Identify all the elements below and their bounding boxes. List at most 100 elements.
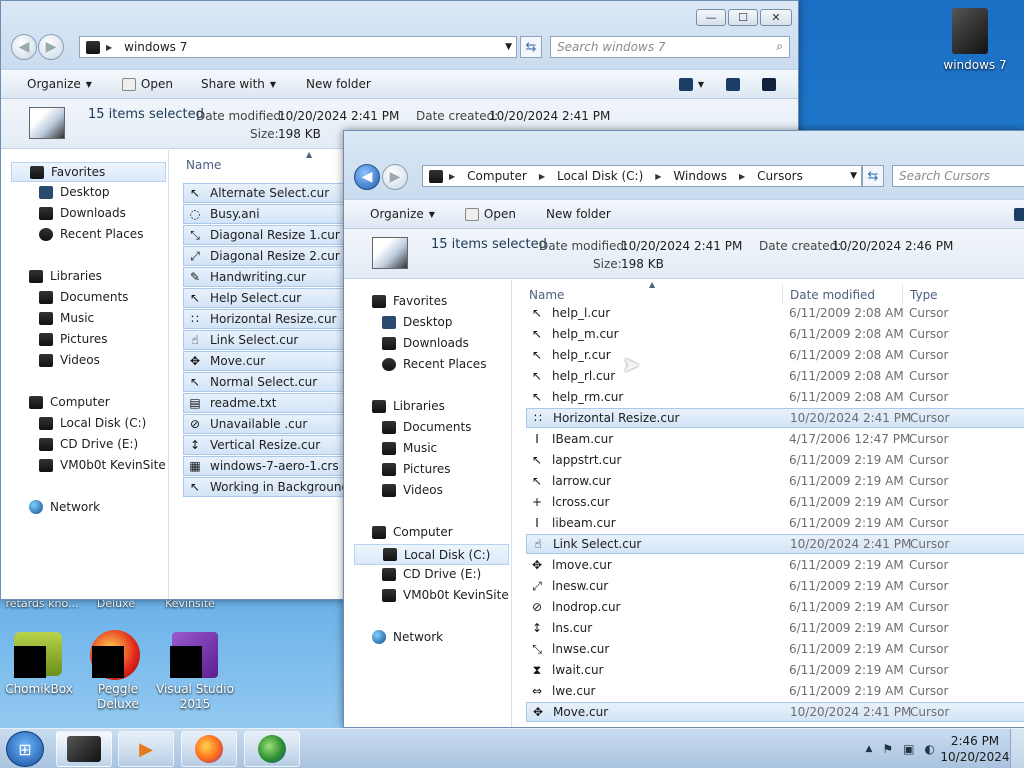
taskbar-firefox-button[interactable] [181, 731, 237, 767]
forward-button[interactable]: ▶ [38, 34, 64, 60]
new-folder-button[interactable]: New folder [546, 207, 611, 221]
nav-libraries[interactable]: Libraries [29, 269, 102, 283]
refresh-button[interactable]: ⇆ [862, 165, 884, 187]
refresh-button[interactable]: ⇆ [520, 36, 542, 58]
table-row[interactable]: ⧗ lwait.cur 6/11/2009 2:19 AM Cursor [526, 660, 1024, 680]
table-row[interactable]: ↖ help_rm.cur 6/11/2009 2:08 AM Cursor [526, 387, 1024, 407]
nav-cd-drive[interactable]: CD Drive (E:) [39, 437, 138, 451]
start-button[interactable]: ⊞ [6, 731, 44, 767]
nav-videos[interactable]: Videos [39, 353, 100, 367]
table-row[interactable]: ✥ Move.cur 10/20/2024 2:41 PM Cursor [526, 702, 1024, 722]
help-button[interactable] [762, 77, 776, 91]
column-header-name[interactable]: Name [529, 288, 564, 302]
table-row[interactable]: ↖ help_m.cur 6/11/2009 2:08 AM Cursor [526, 324, 1024, 344]
windows7-folder-icon[interactable] [952, 8, 988, 54]
new-folder-button[interactable]: New folder [306, 77, 371, 91]
show-desktop-button[interactable] [1010, 729, 1024, 768]
nav-pictures[interactable]: Pictures [39, 332, 108, 346]
explorer-window-cursors[interactable]: ◀ ▶ ▶ Computer ▶ Local Disk (C:) ▶ Windo… [343, 130, 1024, 728]
organize-button[interactable]: Organize ▼ [370, 207, 435, 221]
table-row[interactable]: ↖ help_r.cur 6/11/2009 2:08 AM Cursor [526, 345, 1024, 365]
nav-favorites[interactable]: Favorites [11, 162, 166, 182]
desktop-icon-label-chomikbox[interactable]: ChomikBox [0, 682, 78, 697]
table-row[interactable]: I IBeam.cur 4/17/2006 12:47 PM Cursor [526, 429, 1024, 449]
tray-expand-icon[interactable]: ▲ [865, 744, 872, 754]
forward-button[interactable]: ▶ [382, 164, 408, 190]
nav-desktop[interactable]: Desktop [382, 315, 453, 329]
nav-vm[interactable]: VM0b0t KevinSite [382, 588, 509, 602]
table-row[interactable]: ↖ lappstrt.cur 6/11/2009 2:19 AM Cursor [526, 450, 1024, 470]
table-row[interactable]: ↕ lns.cur 6/11/2009 2:19 AM Cursor [526, 618, 1024, 638]
change-view-button[interactable] [1014, 207, 1024, 221]
column-divider[interactable] [782, 284, 783, 304]
table-row[interactable]: ↖ larrow.cur 6/11/2009 2:19 AM Cursor [526, 471, 1024, 491]
nav-desktop[interactable]: Desktop [39, 185, 110, 199]
open-button[interactable]: Open [464, 207, 516, 221]
nav-computer[interactable]: Computer [29, 395, 110, 409]
preview-pane-button[interactable] [726, 77, 740, 91]
maximize-button[interactable]: ☐ [728, 9, 758, 26]
nav-network[interactable]: Network [29, 500, 100, 514]
action-center-icon[interactable]: ⚑ [882, 742, 893, 756]
table-row[interactable]: ⇔ lwe.cur 6/11/2009 2:19 AM Cursor [526, 681, 1024, 701]
nav-music[interactable]: Music [39, 311, 94, 325]
table-row[interactable]: ⤢ lnesw.cur 6/11/2009 2:19 AM Cursor [526, 576, 1024, 596]
table-row[interactable]: ⤡ lnwse.cur 6/11/2009 2:19 AM Cursor [526, 639, 1024, 659]
minimize-button[interactable]: — [696, 9, 726, 26]
nav-pictures[interactable]: Pictures [382, 462, 451, 476]
column-header-name[interactable]: Name [186, 158, 221, 172]
desktop-icon-label-peggle[interactable]: Peggle Deluxe [78, 682, 158, 712]
open-button[interactable]: Open [121, 77, 173, 91]
address-segment-cursors[interactable]: Cursors [751, 169, 809, 183]
nav-computer[interactable]: Computer [372, 525, 453, 539]
network-tray-icon[interactable]: ▣ [903, 742, 914, 756]
column-header-type[interactable]: Type [910, 288, 938, 302]
volume-icon[interactable]: ◐ [925, 742, 935, 756]
search-input[interactable]: Search windows 7 ⌕ [550, 36, 790, 58]
search-input[interactable]: Search Cursors [892, 165, 1024, 187]
nav-documents[interactable]: Documents [382, 420, 471, 434]
column-header-date[interactable]: Date modified [790, 288, 875, 302]
share-with-button[interactable]: Share with ▼ [201, 77, 276, 91]
table-row[interactable]: ✥ lmove.cur 6/11/2009 2:19 AM Cursor [526, 555, 1024, 575]
nav-recent-places[interactable]: Recent Places [39, 227, 143, 241]
nav-documents[interactable]: Documents [39, 290, 128, 304]
desktop-icon-label-windows7[interactable]: windows 7 [930, 58, 1020, 73]
nav-libraries[interactable]: Libraries [372, 399, 445, 413]
close-button[interactable]: ✕ [760, 9, 792, 26]
table-row[interactable]: ∷ Horizontal Resize.cur 10/20/2024 2:41 PM… [526, 408, 1024, 428]
nav-music[interactable]: Music [382, 441, 437, 455]
back-button[interactable]: ◀ [11, 34, 37, 60]
table-row[interactable]: ↖ help_rl.cur 6/11/2009 2:08 AM Cursor [526, 366, 1024, 386]
table-row[interactable]: ⊘ lnodrop.cur 6/11/2009 2:19 AM Cursor [526, 597, 1024, 617]
address-segment-windows[interactable]: Windows [667, 169, 733, 183]
nav-cd-drive[interactable]: CD Drive (E:) [382, 567, 481, 581]
address-segment-computer[interactable]: Computer [461, 169, 533, 183]
taskbar-media-player-button[interactable]: ▶ [118, 731, 174, 767]
nav-local-disk[interactable]: Local Disk (C:) [39, 416, 146, 430]
back-button[interactable]: ◀ [354, 164, 380, 190]
column-divider[interactable] [902, 284, 903, 304]
nav-network[interactable]: Network [372, 630, 443, 644]
table-row[interactable]: + lcross.cur 6/11/2009 2:19 AM Cursor [526, 492, 1024, 512]
chevron-down-icon[interactable]: ▼ [850, 171, 857, 181]
table-row[interactable]: ↖ help_l.cur 6/11/2009 2:08 AM Cursor [526, 303, 1024, 323]
nav-recent-places[interactable]: Recent Places [382, 357, 486, 371]
nav-favorites[interactable]: Favorites [372, 294, 447, 308]
table-row[interactable]: Ilibeam.cur 6/11/2009 2:19 AM Cursor [526, 513, 1024, 533]
table-row[interactable]: ☝ Link Select.cur 10/20/2024 2:41 PM Cursor [526, 534, 1024, 554]
nav-videos[interactable]: Videos [382, 483, 443, 497]
nav-vm[interactable]: VM0b0t KevinSite [39, 458, 166, 472]
clock[interactable]: 2:46 PM 10/20/2024 [940, 733, 1010, 765]
organize-button[interactable]: Organize ▼ [27, 77, 92, 91]
nav-local-disk[interactable]: Local Disk (C:) [354, 544, 509, 565]
taskbar-explorer-button[interactable] [56, 731, 112, 767]
desktop-icon-label-visual-studio[interactable]: Visual Studio 2015 [156, 682, 234, 712]
change-view-button[interactable]: ▼ [678, 77, 704, 91]
address-bar[interactable]: ▶ windows 7 ▼ [79, 36, 517, 58]
address-segment-local-disk[interactable]: Local Disk (C:) [551, 169, 649, 183]
nav-downloads[interactable]: Downloads [39, 206, 126, 220]
nav-downloads[interactable]: Downloads [382, 336, 469, 350]
chevron-down-icon[interactable]: ▼ [505, 42, 512, 52]
taskbar-download-manager-button[interactable] [244, 731, 300, 767]
